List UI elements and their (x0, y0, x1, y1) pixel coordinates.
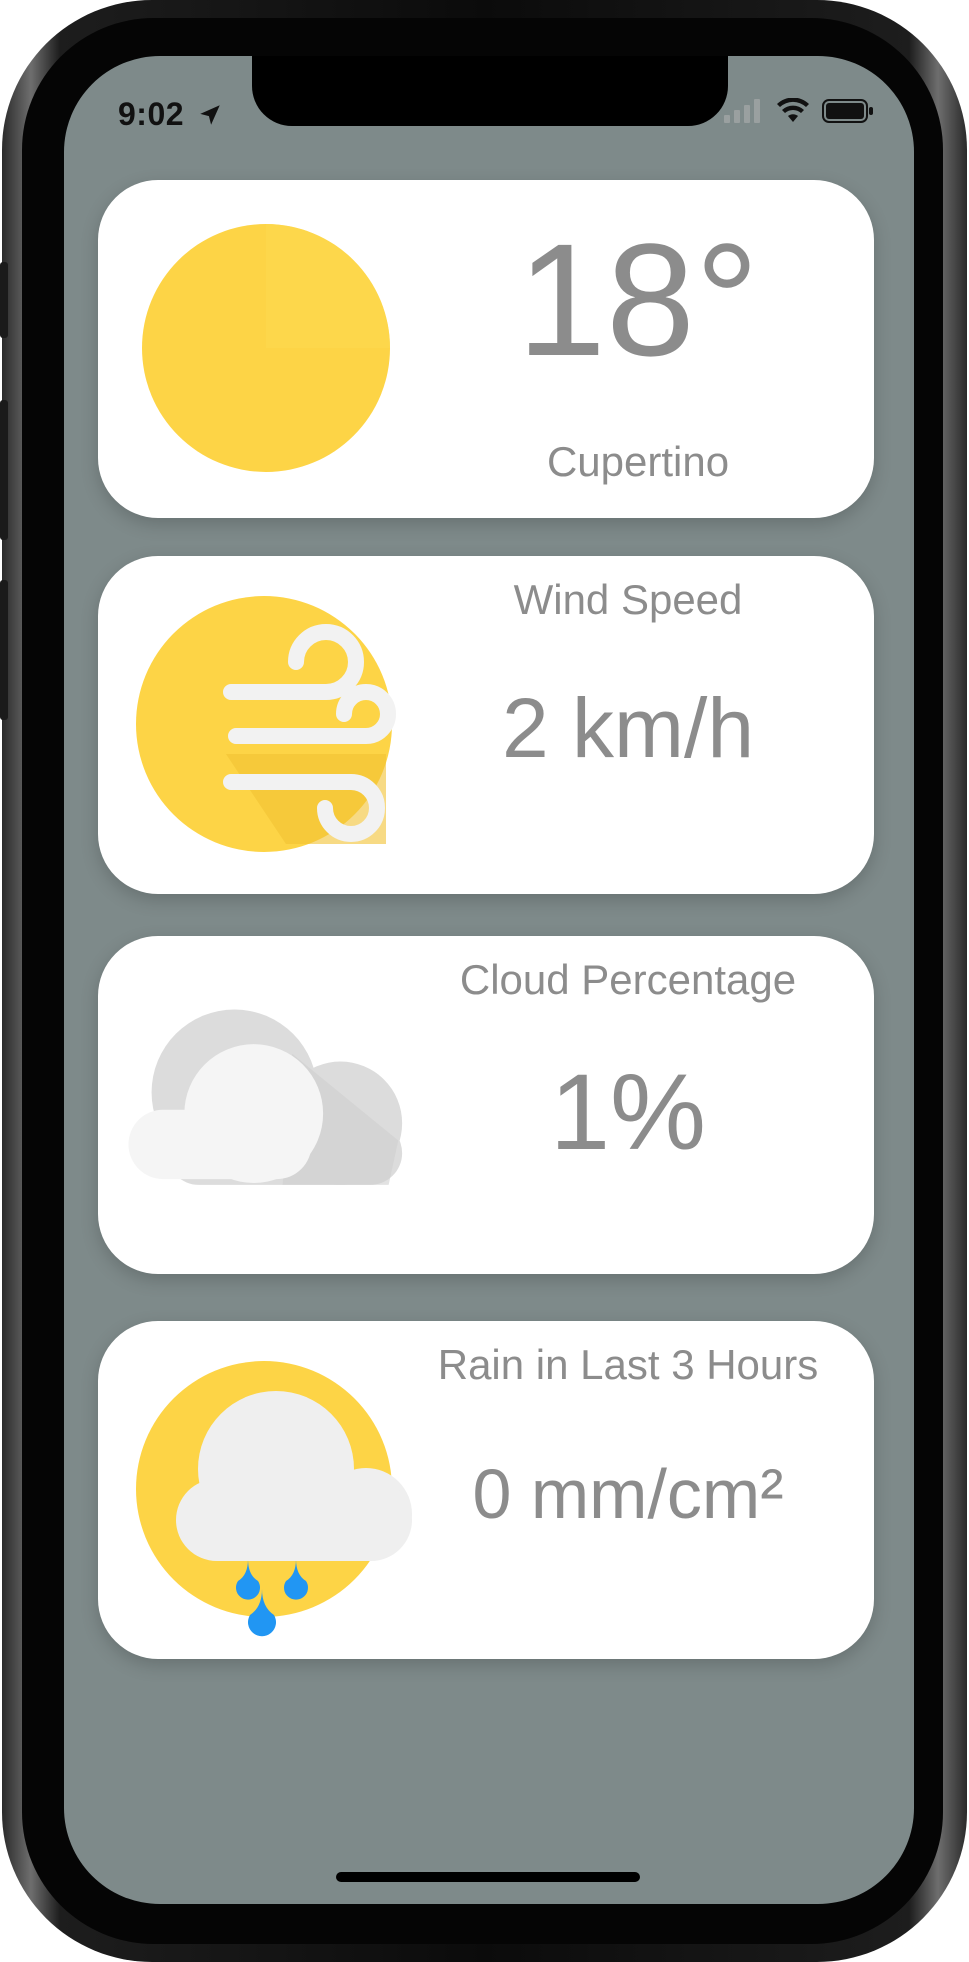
home-indicator[interactable] (336, 1872, 640, 1882)
app-screen: 9:02 18° Cupertino Wind Speed 2 km/h Clo… (64, 56, 914, 1904)
rain-label: Rain in Last 3 Hours (437, 1341, 819, 1388)
mute-switch (0, 262, 8, 338)
location-arrow-icon (200, 105, 221, 125)
wind-speed-card: Wind Speed 2 km/h (98, 556, 874, 894)
rain-value: 0 mm/cm² (472, 1455, 784, 1533)
cloud-icon (128, 1009, 403, 1185)
wind-speed-label: Wind Speed (513, 576, 743, 623)
status-time: 9:02 (118, 96, 223, 133)
volume-up-button (0, 400, 8, 540)
temperature-value: 18° (517, 210, 759, 389)
camera-notch (252, 56, 728, 126)
sun-icon (142, 224, 390, 472)
wifi-icon (777, 98, 809, 122)
rain-card: Rain in Last 3 Hours 0 mm/cm² (98, 1321, 874, 1659)
wind-speed-value: 2 km/h (501, 681, 755, 775)
wind-icon (136, 596, 396, 852)
status-time-text: 9:02 (118, 96, 185, 132)
rain-cloud-sun-icon (136, 1361, 412, 1637)
battery-icon (822, 99, 873, 123)
cellular-signal-icon (724, 99, 760, 123)
volume-down-button (0, 580, 8, 720)
city-name: Cupertino (546, 438, 730, 485)
temperature-card: 18° Cupertino (98, 180, 874, 518)
cloud-percentage-value: 1% (549, 1051, 707, 1172)
cloud-percentage-card: Cloud Percentage 1% (98, 936, 874, 1274)
status-icons (724, 98, 874, 124)
cloud-percentage-label: Cloud Percentage (459, 956, 797, 1003)
